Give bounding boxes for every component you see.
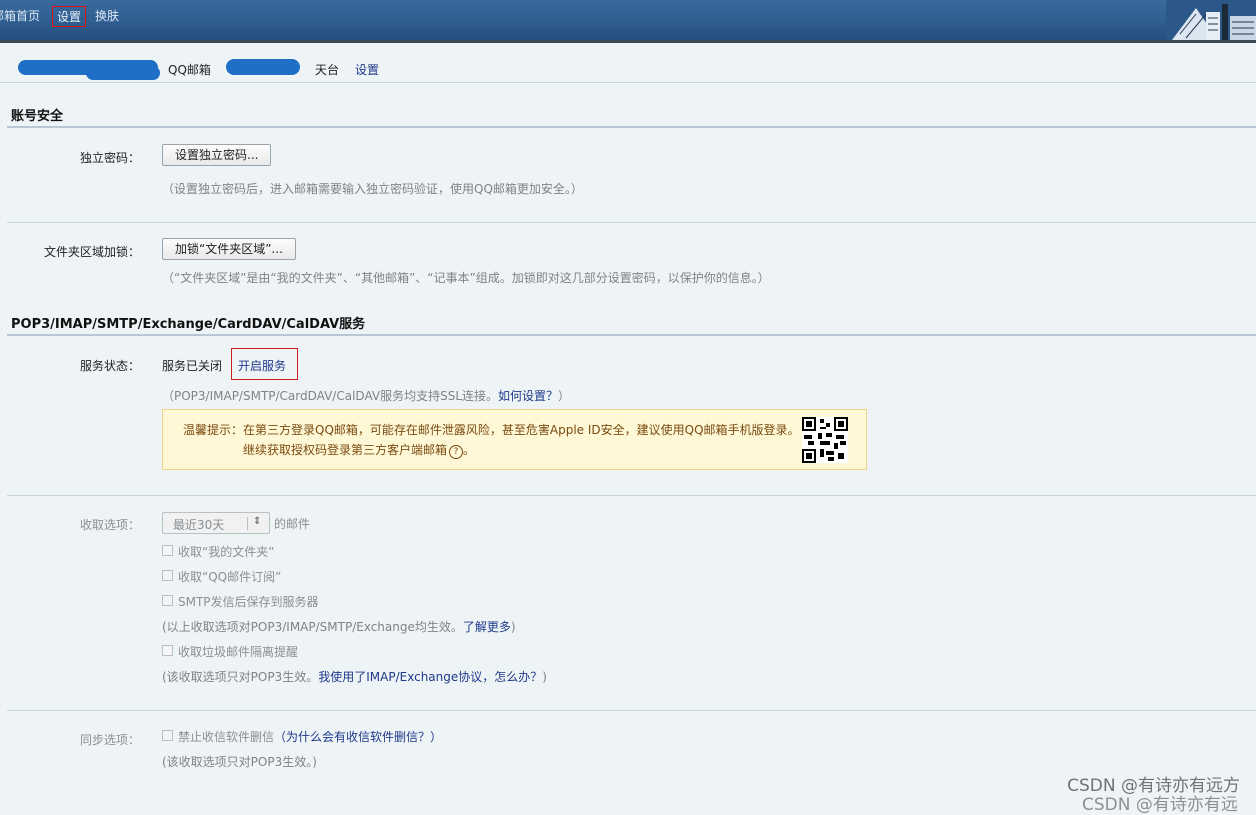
nav-settings[interactable]: 设置	[52, 6, 87, 27]
set-independent-password-button[interactable]: 设置独立密码...	[162, 144, 272, 166]
receive-note-1-close: )	[510, 620, 516, 634]
independent-password-hint: （设置独立密码后，进入邮箱需要输入独立密码验证，使用QQ邮箱更加安全。）	[162, 182, 583, 196]
how-to-setup-link[interactable]: 如何设置？	[498, 389, 558, 403]
account-row: QQ邮箱 天台 设置	[0, 52, 1256, 83]
redacted-account-name	[86, 66, 160, 80]
receive-options-label: 收取选项：	[79, 518, 140, 532]
independent-password-label: 独立密码：	[79, 151, 140, 165]
warning-end: 。	[463, 443, 476, 457]
receive-qq-subscription-label: 收取“QQ邮件订阅”	[178, 570, 282, 584]
warning-line-1: 温馨提示：在第三方登录QQ邮箱，可能存在邮件泄露风险，甚至危害Apple ID安…	[183, 423, 800, 437]
ssl-hint: （POP3/IMAP/SMTP/CardDAV/CalDAV服务均支持SSL连接…	[162, 387, 570, 404]
folder-lock-label: 文件夹区域加锁：	[43, 245, 140, 259]
receive-note-1: (以上收取选项对POP3/IMAP/SMTP/Exchange均生效。了解更多)	[162, 618, 516, 635]
ssl-hint-text: （POP3/IMAP/SMTP/CardDAV/CalDAV服务均支持SSL连接…	[162, 389, 499, 403]
warning-line-2: 继续获取授权码登录第三方客户端邮箱?。	[243, 441, 475, 459]
get-auth-code-text[interactable]: 继续获取授权码登录第三方客户端邮箱	[243, 443, 447, 457]
divider	[7, 710, 1256, 711]
receive-note-2: (该收取选项只对POP3生效。我使用了IMAP/Exchange协议，怎么办？)	[162, 668, 547, 685]
section-underline	[7, 126, 1256, 128]
folder-lock-hint: （“文件夹区域”是由“我的文件夹”、“其他邮箱”、“记事本”组成。加锁即对这几部…	[162, 271, 770, 285]
divider	[7, 495, 1256, 496]
nav-mail-home[interactable]: 邮箱首页	[0, 7, 40, 24]
spam-reminder-label: 收取垃圾邮件隔离提醒	[178, 645, 299, 659]
help-icon[interactable]: ?	[449, 445, 464, 459]
section-underline	[7, 334, 1256, 336]
receive-my-folders-label: 收取“我的文件夹”	[178, 545, 275, 559]
section-title-service: POP3/IMAP/SMTP/Exchange/CardDAV/CalDAV服务	[11, 317, 366, 332]
select-separator	[247, 517, 248, 530]
top-bar-border	[0, 40, 1256, 43]
service-status-value: 服务已关闭	[162, 359, 223, 373]
receive-range-value: 最近30天	[173, 518, 225, 532]
qr-code-icon	[802, 417, 848, 463]
divider	[7, 222, 1256, 223]
enable-service-link[interactable]: 开启服务	[238, 357, 286, 374]
section-title-security: 账号安全	[11, 109, 64, 124]
city-skyline-decoration	[1166, 0, 1256, 40]
forbid-client-delete-label: 禁止收信软件删信（为什么会有收信软件删信？）	[178, 728, 442, 745]
redacted-email	[226, 59, 300, 75]
top-bar: 邮箱首页 设置 换肤	[0, 0, 1256, 40]
spam-reminder-checkbox[interactable]	[162, 645, 173, 656]
imap-exchange-help-link[interactable]: 我使用了IMAP/Exchange协议，怎么办？	[318, 670, 542, 684]
smtp-save-to-server-label: SMTP发信后保存到服务器	[178, 595, 319, 609]
forbid-client-delete-text: 禁止收信软件删信	[178, 730, 275, 744]
security-warning-box: 温馨提示：在第三方登录QQ邮箱，可能存在邮件泄露风险，甚至危害Apple ID安…	[162, 409, 867, 470]
why-delete-link[interactable]: （为什么会有收信软件删信？）	[274, 730, 442, 744]
service-status-label: 服务状态：	[79, 359, 140, 373]
folder-lock-button[interactable]: 加锁“文件夹区域”...	[162, 238, 296, 260]
forbid-client-delete-checkbox[interactable]	[162, 730, 173, 741]
nav-skin[interactable]: 换肤	[95, 7, 119, 24]
sync-note: (该收取选项只对POP3生效。)	[162, 755, 317, 769]
receive-qq-subscription-checkbox[interactable]	[162, 570, 173, 581]
receive-note-1-text: (以上收取选项对POP3/IMAP/SMTP/Exchange均生效。	[162, 620, 463, 634]
receive-range-select[interactable]: 最近30天 ⇕	[162, 512, 270, 534]
sync-options-label: 同步选项：	[79, 733, 140, 747]
receive-note-2-close: )	[542, 670, 547, 684]
learn-more-link[interactable]: 了解更多	[463, 620, 511, 634]
receive-range-suffix: 的邮件	[274, 517, 311, 531]
product-name: QQ邮箱	[168, 63, 211, 77]
ssl-hint-close: ）	[558, 389, 571, 403]
updown-arrow-icon: ⇕	[253, 516, 262, 527]
smtp-save-to-server-checkbox[interactable]	[162, 595, 173, 606]
watermark-duplicate: CSDN @有诗亦有远	[1082, 795, 1238, 815]
account-settings-link[interactable]: 设置	[355, 61, 379, 78]
receive-my-folders-checkbox[interactable]	[162, 545, 173, 556]
tiantai-link[interactable]: 天台	[315, 61, 339, 78]
receive-note-2-text: (该收取选项只对POP3生效。	[162, 670, 319, 684]
